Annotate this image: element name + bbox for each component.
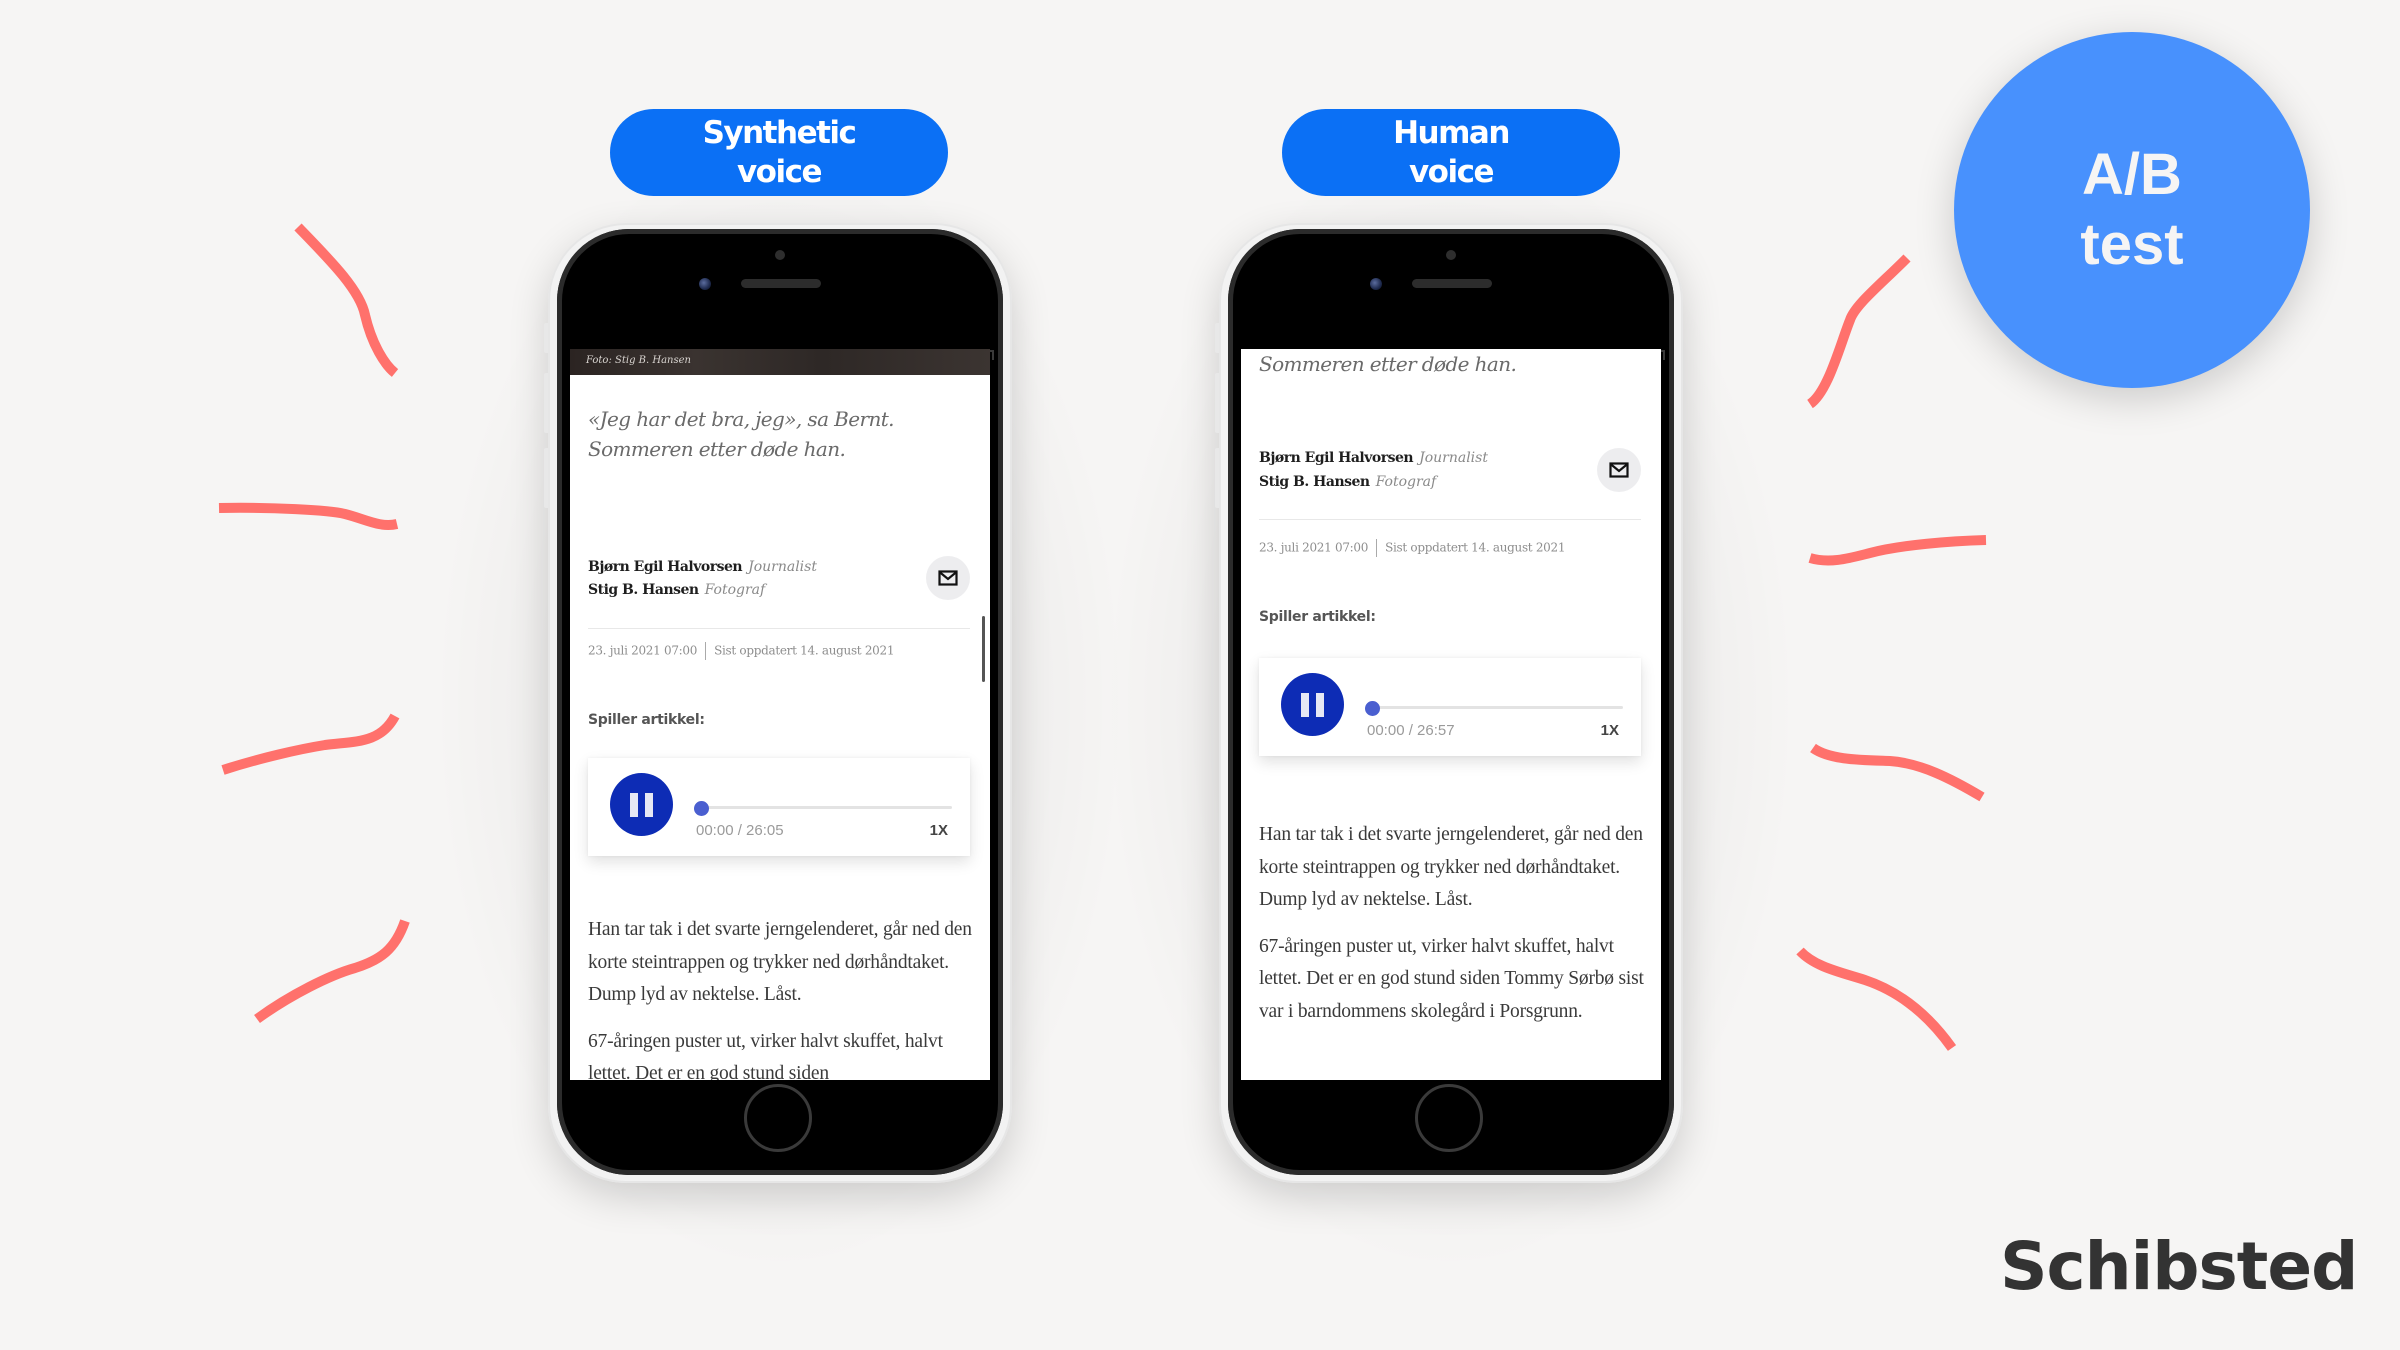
variant-label-synthetic-voice: Synthetic voice xyxy=(610,109,948,196)
audio-player: 00:00 / 26:05 1X xyxy=(588,758,970,856)
scrollbar[interactable] xyxy=(982,616,985,682)
sensor-dot xyxy=(775,250,785,260)
phone-synthetic-voice: Foto: Stig B. Hansen «Jeg har det bra, j… xyxy=(544,223,1012,1183)
email-author-button[interactable] xyxy=(926,556,970,600)
pause-button[interactable] xyxy=(610,773,673,836)
published-date: 23. juli 2021 07:00 xyxy=(1259,540,1369,555)
author-role: Fotograf xyxy=(1375,474,1437,490)
author-name: Bjørn Egil Halvorsen xyxy=(1259,450,1414,466)
badge-line2: test xyxy=(2080,212,2184,277)
article-body: Han tar tak i det svarte jerngelenderet,… xyxy=(1259,819,1649,1042)
article-dateline: 23. juli 2021 07:00 Sist oppdatert 14. au… xyxy=(588,642,894,660)
side-button xyxy=(1215,373,1219,433)
audio-progress-thumb[interactable] xyxy=(1365,701,1380,716)
article-paragraph: 67-åringen puster ut, virker halvt skuff… xyxy=(1259,935,1644,1022)
side-button xyxy=(544,448,548,508)
squiggle-right-2 xyxy=(1808,535,1987,566)
article-paragraph: Han tar tak i det svarte jerngelenderet,… xyxy=(588,919,972,1005)
author-role: Journalist xyxy=(748,559,817,575)
squiggle-left-2 xyxy=(218,502,399,530)
mail-icon xyxy=(938,570,958,586)
playback-speed-button[interactable]: 1X xyxy=(930,822,948,839)
squiggle-left-4 xyxy=(254,919,410,1024)
sensor-dot xyxy=(1446,250,1456,260)
variant-label-line2: voice xyxy=(736,153,823,190)
byline-author[interactable]: Bjørn Egil Halvorsen Journalist xyxy=(588,556,817,578)
date-separator xyxy=(1376,539,1378,557)
author-name: Bjørn Egil Halvorsen xyxy=(588,559,743,575)
audio-time: 00:00 / 26:05 xyxy=(696,822,784,839)
phone-human-voice: Sommeren etter døde han. Bjørn Egil Halv… xyxy=(1215,223,1683,1183)
article-dateline: 23. juli 2021 07:00 Sist oppdatert 14. au… xyxy=(1259,539,1565,557)
badge-line1: A/B xyxy=(2082,142,2182,207)
squiggle-left-1 xyxy=(294,223,399,377)
updated-date: Sist oppdatert 14. august 2021 xyxy=(1385,540,1566,555)
side-button xyxy=(544,323,548,353)
byline-author[interactable]: Stig B. Hansen Fotograf xyxy=(588,579,765,601)
squiggle-left-3 xyxy=(221,713,400,775)
byline-author[interactable]: Bjørn Egil Halvorsen Journalist xyxy=(1259,447,1488,469)
variant-label-line1: Human xyxy=(1393,114,1510,151)
front-camera-icon xyxy=(1370,278,1382,290)
article-lead-line: Sommeren etter døde han. xyxy=(1259,352,1517,376)
mail-icon xyxy=(1609,462,1629,478)
audio-progress-track[interactable] xyxy=(702,806,952,809)
pause-button[interactable] xyxy=(1281,673,1344,736)
variant-label-line2: voice xyxy=(1408,153,1495,190)
article-paragraph: 67-åringen puster ut, virker halvt skuff… xyxy=(588,1030,943,1081)
updated-date: Sist oppdatert 14. august 2021 xyxy=(714,643,895,658)
home-button[interactable] xyxy=(744,1084,812,1152)
side-button xyxy=(1215,448,1219,508)
date-separator xyxy=(705,642,707,660)
squiggle-right-4 xyxy=(1796,947,1957,1051)
audio-progress-thumb[interactable] xyxy=(694,801,709,816)
playback-speed-button[interactable]: 1X xyxy=(1601,722,1619,739)
front-camera-icon xyxy=(699,278,711,290)
email-author-button[interactable] xyxy=(1597,448,1641,492)
home-button[interactable] xyxy=(1415,1084,1483,1152)
variant-label-human-voice: Human voice xyxy=(1282,109,1620,196)
audio-player: 00:00 / 26:57 1X xyxy=(1259,658,1641,756)
article-lead-line: Sommeren etter døde han. xyxy=(588,437,846,461)
earpiece-speaker xyxy=(741,279,821,288)
player-heading: Spiller artikkel: xyxy=(588,712,705,728)
article-lead-line: «Jeg har det bra, jeg», sa Bernt. xyxy=(588,407,895,431)
earpiece-speaker xyxy=(1412,279,1492,288)
author-role: Fotograf xyxy=(704,582,766,598)
squiggle-right-1 xyxy=(1806,254,1911,409)
byline-author[interactable]: Stig B. Hansen Fotograf xyxy=(1259,471,1436,493)
article-photo: Foto: Stig B. Hansen xyxy=(570,349,990,375)
author-role: Journalist xyxy=(1419,450,1488,466)
published-date: 23. juli 2021 07:00 xyxy=(588,643,698,658)
audio-progress-track[interactable] xyxy=(1373,706,1623,709)
author-name: Stig B. Hansen xyxy=(1259,474,1370,490)
article-screen[interactable]: Foto: Stig B. Hansen «Jeg har det bra, j… xyxy=(570,349,990,1080)
side-button xyxy=(544,373,548,433)
article-paragraph: Han tar tak i det svarte jerngelenderet,… xyxy=(1259,824,1643,910)
side-button xyxy=(1215,323,1219,353)
variant-label-line1: Synthetic xyxy=(702,114,857,151)
schibsted-logo: Schibsted xyxy=(2000,1228,2358,1305)
audio-time: 00:00 / 26:57 xyxy=(1367,722,1455,739)
byline-divider xyxy=(1259,519,1641,520)
article-screen[interactable]: Sommeren etter døde han. Bjørn Egil Halv… xyxy=(1241,349,1661,1080)
byline-divider xyxy=(588,628,970,629)
article-body: Han tar tak i det svarte jerngelenderet,… xyxy=(588,914,978,1080)
squiggle-right-3 xyxy=(1810,743,1985,802)
photo-credit: Foto: Stig B. Hansen xyxy=(586,355,691,366)
player-heading: Spiller artikkel: xyxy=(1259,609,1376,625)
ab-test-badge: A/B test xyxy=(1954,32,2310,388)
author-name: Stig B. Hansen xyxy=(588,582,699,598)
